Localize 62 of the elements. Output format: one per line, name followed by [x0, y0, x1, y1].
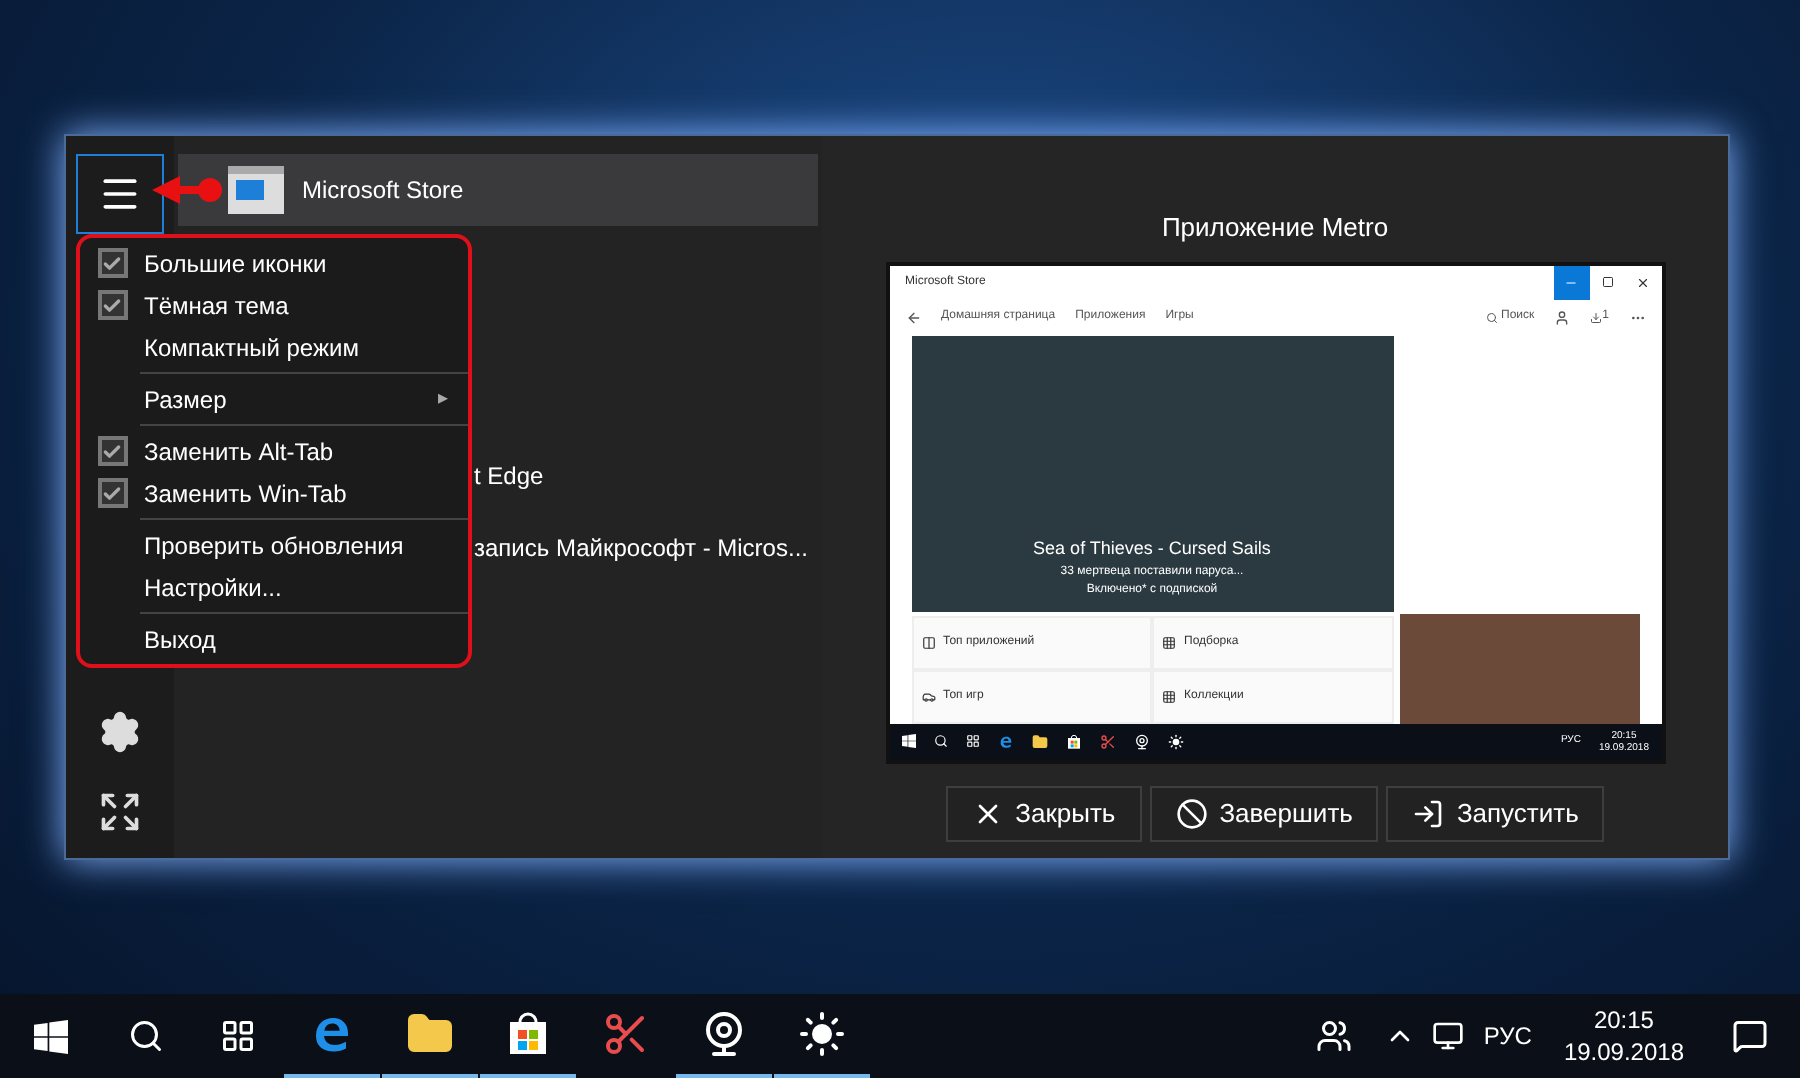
search-icon[interactable] — [933, 734, 947, 748]
menu-item[interactable]: Заменить Win-Tab — [80, 472, 468, 514]
submenu-arrow: ▸ — [438, 386, 448, 414]
action-button[interactable]: Завершить — [1149, 785, 1379, 841]
shopping-bag-icon[interactable] — [1065, 733, 1081, 749]
scissors-icon[interactable] — [602, 1010, 650, 1058]
user-icon[interactable] — [1554, 309, 1571, 325]
app-list-item[interactable]: Microsoft Store — [178, 154, 818, 226]
clock[interactable]: 20:15 19.09.2018 — [1563, 1004, 1684, 1068]
pointer-arrow — [152, 174, 224, 206]
minimize-button[interactable] — [1553, 265, 1589, 299]
task-view-icon[interactable] — [965, 734, 979, 748]
checkbox[interactable] — [97, 478, 127, 508]
download-icon — [1590, 311, 1603, 323]
menu-item[interactable]: Большие иконки — [80, 242, 468, 284]
checkbox[interactable] — [97, 436, 127, 466]
menu-item[interactable]: Выход — [80, 618, 468, 660]
menu-item[interactable]: Тёмная тема — [80, 284, 468, 326]
folder-icon[interactable] — [1031, 733, 1047, 749]
back-arrow-icon[interactable] — [905, 309, 921, 325]
menu-item[interactable]: Настройки... — [80, 566, 468, 608]
task-view-icon[interactable] — [220, 1018, 256, 1054]
preview-title: Приложение Metro — [1161, 210, 1389, 246]
grid-icon — [1162, 689, 1176, 703]
sun-icon[interactable] — [798, 1010, 846, 1058]
expand-icon[interactable] — [98, 790, 142, 834]
search-icon — [1485, 311, 1498, 323]
checkbox[interactable] — [97, 290, 127, 320]
notifications-icon[interactable] — [1732, 1018, 1768, 1054]
sun-icon[interactable] — [1167, 733, 1183, 749]
menu-item[interactable]: Компактный режим — [80, 326, 468, 368]
menu-item[interactable]: Заменить Alt-Tab — [80, 430, 468, 472]
people-icon[interactable] — [1315, 1018, 1352, 1054]
hero-title: Sea of Thieves - Cursed Sails — [1033, 536, 1271, 562]
settings-icon[interactable] — [98, 710, 142, 754]
folder-icon[interactable] — [406, 1010, 454, 1058]
action-button[interactable]: Запустить — [1386, 785, 1605, 841]
menu-item[interactable]: Размер ▸ — [80, 378, 468, 420]
ban-icon — [1175, 797, 1208, 829]
scissors-icon[interactable] — [1099, 733, 1115, 749]
car-icon — [921, 689, 935, 703]
checkmark-icon — [102, 483, 122, 503]
windows-logo-icon[interactable] — [901, 734, 915, 748]
webcam-icon[interactable] — [1133, 733, 1149, 749]
menu-item[interactable]: Проверить обновления — [80, 524, 468, 566]
action-button[interactable]: Закрыть — [945, 785, 1142, 841]
webcam-icon[interactable] — [700, 1010, 748, 1058]
windows-logo-icon[interactable] — [33, 1019, 67, 1053]
enter-icon — [1412, 797, 1445, 829]
checkmark-icon — [102, 441, 122, 461]
search-icon[interactable] — [128, 1018, 164, 1054]
grid-icon — [1162, 635, 1176, 649]
checkmark-icon — [102, 295, 122, 315]
checkmark-icon — [102, 253, 122, 273]
language-indicator[interactable]: РУС — [1483, 1018, 1532, 1054]
checkbox[interactable] — [97, 248, 127, 278]
columns-icon — [921, 635, 935, 649]
store-window-icon — [228, 166, 284, 214]
e-letter-icon[interactable] — [997, 733, 1013, 749]
shopping-bag-icon[interactable] — [504, 1010, 552, 1058]
menu-button[interactable] — [76, 154, 164, 234]
network-icon[interactable] — [1431, 1020, 1464, 1052]
